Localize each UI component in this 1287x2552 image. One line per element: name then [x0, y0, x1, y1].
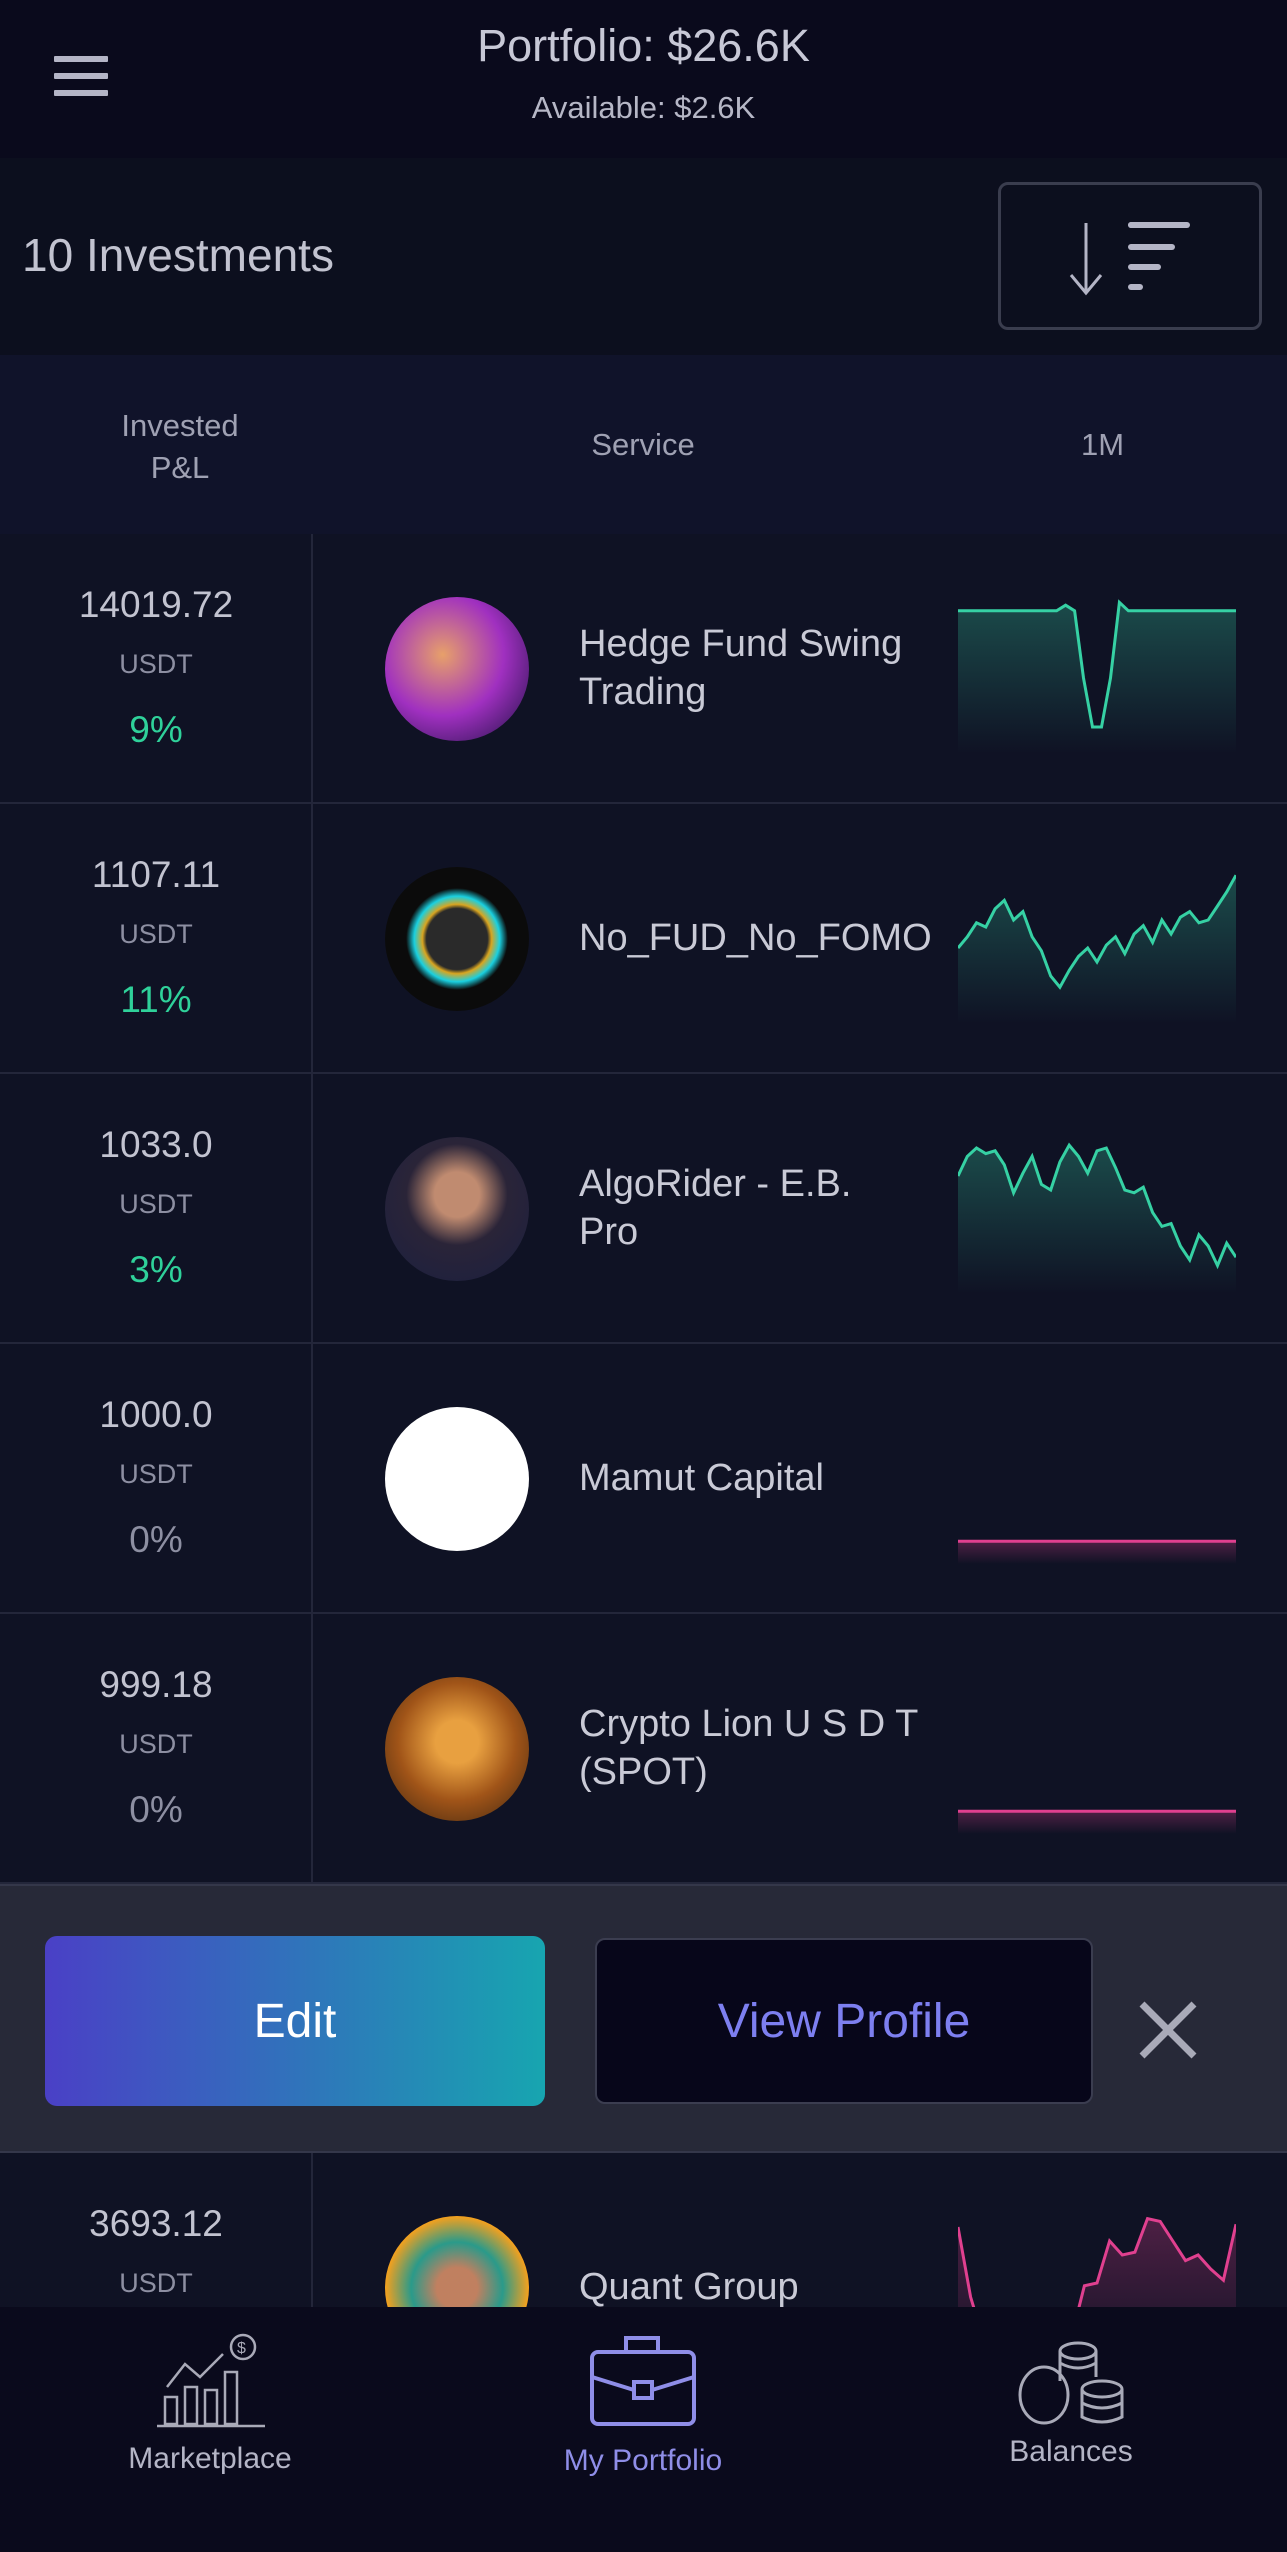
investment-row[interactable]: 1000.0 USDT 0% Mamut Capital — [0, 1344, 1287, 1614]
investments-toolbar: 10 Investments — [0, 158, 1287, 355]
nav-my-portfolio-label: My Portfolio — [563, 2444, 723, 2477]
invested-amount: 1107.11 — [91, 854, 221, 895]
invested-amount: 1033.0 — [99, 1124, 213, 1165]
nav-balances-label: Balances — [1009, 2435, 1133, 2468]
investment-row[interactable]: 1107.11 USDT 11% No_FUD_No_FOMO — [0, 804, 1287, 1074]
nav-marketplace-label: Marketplace — [128, 2442, 292, 2475]
edit-button[interactable]: Edit — [45, 1936, 545, 2106]
sparkline-chart — [958, 874, 1236, 1024]
service-name[interactable]: No_FUD_No_FOMO — [579, 804, 932, 1072]
sparkline-chart — [958, 1809, 1236, 1834]
service-avatar[interactable] — [385, 597, 529, 741]
service-name[interactable]: Crypto Lion U S D T (SPOT) — [579, 1614, 919, 1882]
invested-amount: 14019.72 — [78, 584, 234, 625]
chart-growth-dollar-icon: $ — [157, 2333, 265, 2428]
sparkline-area — [958, 602, 1236, 754]
investment-row[interactable]: 1033.0 USDT 3% AlgoRider - E.B. Pro — [0, 1074, 1287, 1344]
service-name-text: Crypto Lion U S D T (SPOT) — [579, 1703, 918, 1793]
service-name-text: No_FUD_No_FOMO — [579, 917, 932, 959]
service-name[interactable]: Mamut Capital — [579, 1344, 919, 1612]
nav-my-portfolio[interactable]: My Portfolio — [493, 2307, 793, 2552]
column-invested-pnl[interactable]: Invested P&L — [60, 405, 300, 489]
column-service[interactable]: Service — [520, 427, 766, 463]
investment-row[interactable]: 14019.72 USDT 9% Hedge Fund Swing Tradin… — [0, 534, 1287, 804]
sparkline-area — [958, 1145, 1236, 1294]
invested-amount: 1000.0 — [99, 1394, 213, 1435]
sort-button[interactable] — [998, 182, 1262, 330]
investments-count: 10 Investments — [22, 229, 334, 281]
pnl-percent: 3% — [129, 1249, 183, 1290]
service-name-text: Hedge Fund Swing Trading — [579, 623, 903, 713]
pnl-percent: 11% — [120, 979, 192, 1020]
currency-unit: USDT — [119, 919, 193, 949]
bottom-navigation: $ Marketplace My Portfolio Balances — [0, 2307, 1287, 2552]
column-invested-label: Invested — [121, 408, 239, 443]
view-profile-button[interactable]: View Profile — [595, 1938, 1093, 2104]
pnl-percent: 0% — [129, 1789, 183, 1830]
sparkline-area — [958, 875, 1236, 1024]
service-name[interactable]: AlgoRider - E.B. Pro — [579, 1074, 919, 1342]
sparkline-chart — [958, 599, 1236, 754]
portfolio-title: Portfolio: $26.6K — [477, 20, 810, 71]
sort-descending-icon — [1069, 222, 1190, 296]
currency-unit: USDT — [119, 649, 193, 679]
service-avatar[interactable] — [385, 1137, 529, 1281]
service-name-text: Mamut Capital — [579, 1457, 824, 1499]
column-period[interactable]: 1M — [1000, 427, 1205, 463]
close-x-icon[interactable] — [1128, 1990, 1208, 2070]
service-avatar[interactable] — [385, 1407, 529, 1551]
pnl-percent: 9% — [129, 709, 183, 750]
sparkline-area — [958, 1541, 1236, 1564]
currency-unit: USDT — [119, 1459, 193, 1489]
top-header: Portfolio: $26.6K Available: $2.6K — [0, 0, 1287, 158]
service-name[interactable]: Hedge Fund Swing Trading — [579, 534, 919, 802]
currency-unit: USDT — [119, 1729, 193, 1759]
column-pnl-label: P&L — [150, 450, 210, 485]
service-name-text: AlgoRider - E.B. Pro — [579, 1163, 852, 1253]
briefcase-icon — [590, 2336, 696, 2426]
service-avatar[interactable] — [385, 1677, 529, 1821]
sparkline-area — [958, 1811, 1236, 1834]
column-headers: Invested P&L Service 1M — [0, 355, 1287, 534]
sparkline-chart — [958, 1539, 1236, 1564]
svg-text:$: $ — [237, 2340, 246, 2357]
available-balance: Available: $2.6K — [531, 90, 756, 125]
pnl-percent: 0% — [129, 1519, 183, 1560]
service-name-text: Quant Group — [579, 2266, 799, 2308]
currency-unit: USDT — [119, 2268, 193, 2298]
service-avatar[interactable] — [385, 867, 529, 1011]
coins-stack-icon — [1018, 2341, 1124, 2425]
nav-balances[interactable]: Balances — [921, 2307, 1221, 2552]
currency-unit: USDT — [119, 1189, 193, 1219]
sparkline-chart — [958, 1142, 1236, 1294]
investment-row[interactable]: 999.18 USDT 0% Crypto Lion U S D T (SPOT… — [0, 1614, 1287, 1884]
nav-marketplace[interactable]: $ Marketplace — [60, 2307, 360, 2552]
invested-amount: 3693.12 — [89, 2203, 223, 2244]
invested-amount: 999.18 — [99, 1664, 213, 1705]
action-sheet: Edit View Profile — [0, 1884, 1287, 2153]
